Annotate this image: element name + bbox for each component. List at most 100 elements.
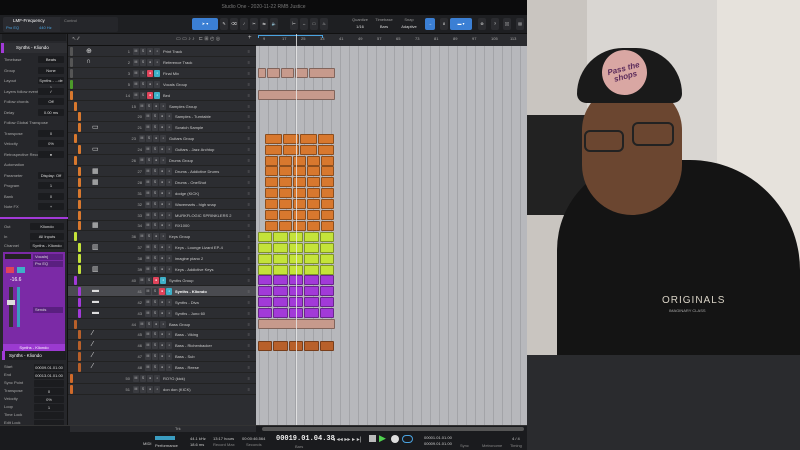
event-clip[interactable] — [273, 231, 288, 242]
record-arm-button[interactable] — [6, 267, 14, 273]
position-format[interactable]: Bars — [295, 444, 303, 449]
automation-icon[interactable]: ≡ — [248, 49, 250, 54]
routing-select[interactable]: Kliondo — [30, 223, 64, 230]
event-clip[interactable] — [273, 264, 288, 275]
event-clip[interactable] — [279, 177, 292, 188]
event-clip[interactable] — [293, 188, 306, 199]
solo-button[interactable]: S — [140, 91, 146, 99]
event-clip[interactable] — [304, 275, 319, 286]
solo-button[interactable]: S — [152, 309, 158, 317]
monitor-button[interactable]: ◖ — [154, 375, 160, 382]
automation-icon[interactable]: ≡ — [248, 191, 250, 196]
record-arm-button[interactable]: ● — [153, 135, 159, 143]
inspector-value[interactable]: ● — [38, 150, 64, 158]
record-arm-button[interactable]: ● — [159, 222, 165, 230]
solo-button[interactable]: S — [152, 331, 158, 339]
channel-display[interactable]: LMF-Frequency Pro EQ 440 Hz — [3, 17, 65, 32]
event-clip[interactable] — [273, 340, 288, 351]
event-clip[interactable] — [281, 68, 294, 79]
loop-end[interactable]: 00009.01.01.00 — [424, 441, 452, 446]
event-clip[interactable] — [307, 155, 320, 166]
playhead-cursor[interactable] — [296, 34, 297, 425]
event-clip[interactable] — [258, 340, 273, 351]
event-clip[interactable] — [300, 144, 317, 155]
mute-button[interactable]: M — [139, 157, 145, 164]
event-clip[interactable] — [258, 264, 273, 275]
mute-button[interactable]: M — [145, 146, 151, 154]
monitor-button[interactable]: ◖ — [166, 331, 172, 339]
record-arm-button[interactable]: ● — [159, 189, 165, 197]
solo-button[interactable]: S — [140, 80, 146, 88]
automation-icon[interactable]: ≡ — [248, 125, 250, 130]
monitor-button[interactable]: ◖ — [166, 244, 172, 252]
routing-select[interactable]: Synths - Kliondo — [30, 242, 64, 249]
inspector-value[interactable]: + — [38, 203, 64, 210]
solo-button[interactable]: S — [152, 167, 158, 175]
snap-select[interactable]: Adaptive — [397, 24, 421, 29]
track-row[interactable]: ▦ 27 M S ● ◖ Drums - Addictive Drums ≡ — [68, 166, 256, 177]
monitor-button[interactable]: ◖ — [166, 167, 172, 175]
monitor-button[interactable]: ◖ — [166, 287, 172, 295]
inspector-value[interactable]: ✓ — [38, 87, 64, 95]
track-row[interactable]: ▭ 24 M S ● ◖ Guitars - Jazz Archtop ≡ — [68, 144, 256, 156]
insert-slot[interactable]: Pro EQ — [33, 261, 63, 267]
routing-select[interactable]: All Inputs — [30, 232, 64, 240]
browser-icon[interactable]: ▤ — [516, 18, 524, 30]
automation-icon[interactable]: ≡ — [248, 234, 250, 239]
record-arm-button[interactable]: ● — [159, 266, 165, 273]
solo-button[interactable]: S — [146, 320, 152, 328]
event-value[interactable] — [34, 412, 64, 419]
inspector-value[interactable]: Synths - ...de 1 — [38, 77, 64, 90]
track-row[interactable]: 15 M S ● ◖ Samples Group ≡ — [68, 101, 256, 112]
loop-start[interactable]: 00001.01.01.00 — [424, 435, 452, 440]
mute-button[interactable]: M — [145, 211, 151, 219]
event-clip[interactable] — [273, 308, 288, 319]
mute-button[interactable]: M — [145, 167, 151, 175]
track-row[interactable]: 36 M S ● ◖ Keys Group ≡ — [68, 231, 256, 243]
solo-button[interactable]: S — [152, 189, 158, 197]
metronome-label[interactable]: Metronome — [482, 443, 502, 448]
loop-range[interactable] — [258, 35, 323, 38]
track-row[interactable]: ▬ 42 M S ● ◖ Synths - Diva ≡ — [68, 297, 256, 308]
solo-button[interactable]: S — [152, 211, 158, 219]
monitor-button[interactable]: ◖ — [166, 255, 172, 263]
event-clip[interactable] — [267, 68, 280, 79]
volume-fader[interactable] — [9, 287, 13, 327]
record-arm-button[interactable]: ● — [159, 113, 165, 121]
track-row[interactable]: ⁄ 46 M S ● ◖ Bass - Richenbacker ≡ — [68, 340, 256, 352]
event-clip[interactable] — [258, 308, 273, 319]
event-clip[interactable] — [293, 155, 306, 166]
record-arm-button[interactable]: ● — [153, 233, 159, 241]
sends-slot[interactable]: Sends — [33, 307, 63, 313]
track-row[interactable]: ⁄ 45 M S ● ◖ Bass - Viking ≡ — [68, 329, 256, 341]
automation-icon[interactable]: ≡ — [248, 136, 250, 141]
event-clip[interactable] — [307, 220, 320, 231]
track-row[interactable]: ▬ 43 M S ● ◖ Synths - Juno 60 ≡ — [68, 308, 256, 319]
monitor-button[interactable]: ◖ — [154, 80, 160, 88]
mute-button[interactable]: M — [145, 364, 151, 372]
track-row[interactable]: ⁄ 48 M S ● ◖ Bass - Reese ≡ — [68, 362, 256, 374]
automation-icon[interactable]: ≡ — [248, 365, 250, 370]
grid-icon[interactable]: ⊗ — [478, 18, 486, 30]
monitor-button[interactable]: ◖ — [160, 276, 166, 284]
event-clip[interactable] — [304, 231, 319, 242]
event-clip[interactable] — [258, 253, 273, 264]
solo-button[interactable]: S — [152, 353, 158, 361]
record-arm-button[interactable]: ● — [159, 124, 165, 132]
monitor-button[interactable]: ◖ — [166, 364, 172, 372]
record-arm-button[interactable]: ● — [153, 276, 159, 284]
solo-button[interactable]: S — [140, 58, 146, 66]
event-clip[interactable] — [319, 264, 334, 275]
monitor-button[interactable]: ◖ — [160, 102, 166, 110]
event-clip[interactable] — [307, 166, 320, 177]
control-display[interactable]: Control — [60, 17, 118, 32]
automation-icon[interactable]: ≡ — [248, 311, 250, 316]
track-row[interactable]: 5 M S ● ◖ Vocals Group ≡ — [68, 79, 256, 90]
event-clip[interactable] — [304, 297, 319, 308]
track-row[interactable]: ▥ 37 M S ● ◖ Keys - Lounge Lizard EP-4 ≡ — [68, 242, 256, 254]
monitor-button[interactable]: ◖ — [154, 385, 160, 393]
monitor-button[interactable]: ◖ — [166, 189, 172, 197]
mute-button[interactable]: M — [145, 255, 151, 263]
inspector-value[interactable]: 0.00 ms — [38, 108, 64, 116]
mute-button[interactable]: M — [145, 244, 151, 252]
